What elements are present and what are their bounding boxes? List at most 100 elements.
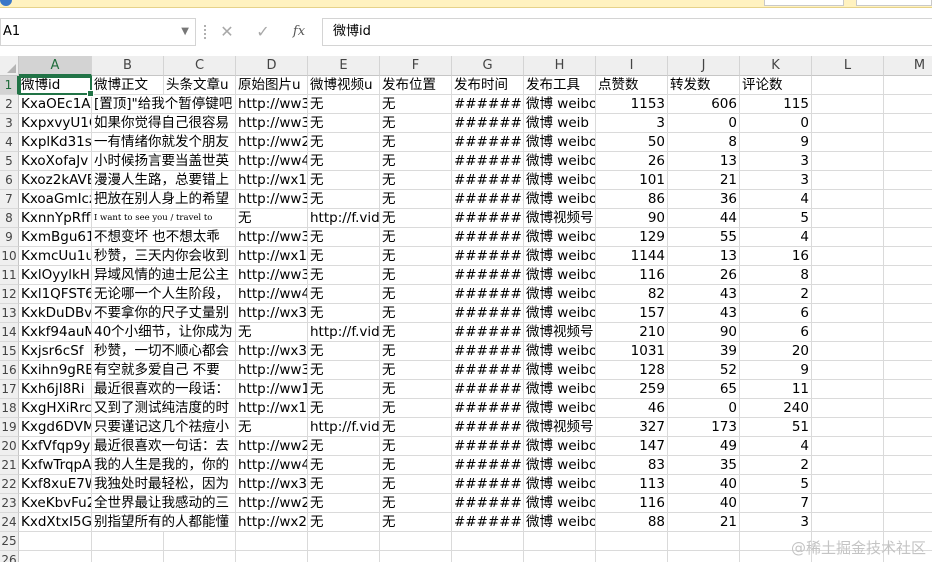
cell-g8[interactable]: ####### [452,209,524,228]
cell-g14[interactable]: ####### [452,323,524,342]
cell-d4[interactable]: http://ww2 [236,133,308,152]
cell-j19[interactable]: 173 [668,418,740,437]
cell-j4[interactable]: 8 [668,133,740,152]
cell-d2[interactable]: http://ww3 [236,95,308,114]
cell-a5[interactable]: KxoXofaJv [19,152,92,171]
cell-l10[interactable] [812,247,884,266]
cell-h6[interactable]: 微博 weibo [524,171,596,190]
column-header-c[interactable]: C [164,56,236,76]
cell-f16[interactable]: 无 [380,361,452,380]
cell-j9[interactable]: 55 [668,228,740,247]
cell-a1[interactable]: 微博id [19,76,92,95]
cell-l19[interactable] [812,418,884,437]
cell-a17[interactable]: Kxh6jI8Ri [19,380,92,399]
cell-g24[interactable]: ####### [452,513,524,532]
cell-e12[interactable]: 无 [308,285,380,304]
cell-b7[interactable]: 把放在别人身上的希望 [92,190,229,209]
cell-e21[interactable]: 无 [308,456,380,475]
cell-m14[interactable] [884,323,932,342]
cell-e6[interactable]: 无 [308,171,380,190]
cell-b13[interactable]: 不要拿你的尺子丈量别 [92,304,229,323]
cell-c1[interactable]: 头条文章u [164,76,236,95]
cell-b8[interactable]: I want to see you / travel to [92,209,212,228]
cell-i3[interactable]: 3 [596,114,668,133]
cell-f26[interactable] [380,551,452,562]
cell-i13[interactable]: 157 [596,304,668,323]
cell-j25[interactable] [668,532,740,551]
cell-j21[interactable]: 35 [668,456,740,475]
cell-i24[interactable]: 88 [596,513,668,532]
column-header-g[interactable]: G [452,56,524,76]
cell-k20[interactable]: 4 [740,437,812,456]
cell-b1[interactable]: 微博正文 [92,76,164,95]
cell-l16[interactable] [812,361,884,380]
cell-f8[interactable]: 无 [380,209,452,228]
cell-i12[interactable]: 82 [596,285,668,304]
cell-h25[interactable] [524,532,596,551]
cell-b24[interactable]: 别指望所有的人都能懂 [92,513,229,532]
cell-a25[interactable] [19,532,92,551]
cell-k17[interactable]: 11 [740,380,812,399]
cell-m16[interactable] [884,361,932,380]
cell-m5[interactable] [884,152,932,171]
cell-h12[interactable]: 微博 weibo [524,285,596,304]
cell-e4[interactable]: 无 [308,133,380,152]
cell-f20[interactable]: 无 [380,437,452,456]
column-header-h[interactable]: H [524,56,596,76]
cell-k15[interactable]: 20 [740,342,812,361]
cell-k22[interactable]: 5 [740,475,812,494]
cell-f9[interactable]: 无 [380,228,452,247]
cell-m2[interactable] [884,95,932,114]
cell-j8[interactable]: 44 [668,209,740,228]
row-header-9[interactable]: 9 [0,228,19,247]
cell-l4[interactable] [812,133,884,152]
cell-e11[interactable]: 无 [308,266,380,285]
cell-g16[interactable]: ####### [452,361,524,380]
cell-g11[interactable]: ####### [452,266,524,285]
row-header-11[interactable]: 11 [0,266,19,285]
cell-h18[interactable]: 微博 weibo [524,399,596,418]
cell-i1[interactable]: 点赞数 [596,76,668,95]
cell-l6[interactable] [812,171,884,190]
cell-b26[interactable] [92,551,164,562]
insert-function-icon[interactable]: fx [288,22,310,42]
cell-k2[interactable]: 115 [740,95,812,114]
cell-d1[interactable]: 原始图片u [236,76,308,95]
cell-k10[interactable]: 16 [740,247,812,266]
cell-i9[interactable]: 129 [596,228,668,247]
cell-m15[interactable] [884,342,932,361]
cell-i18[interactable]: 46 [596,399,668,418]
cell-k13[interactable]: 6 [740,304,812,323]
cell-b23[interactable]: 全世界最让我感动的三 [92,494,229,513]
cell-h14[interactable]: 微博视频号 [524,323,596,342]
row-header-21[interactable]: 21 [0,456,19,475]
column-header-l[interactable]: L [812,56,884,76]
cell-f21[interactable]: 无 [380,456,452,475]
cell-g10[interactable]: ####### [452,247,524,266]
cell-k21[interactable]: 2 [740,456,812,475]
cell-d13[interactable]: http://wx3 [236,304,308,323]
cell-g4[interactable]: ####### [452,133,524,152]
cell-j18[interactable]: 0 [668,399,740,418]
cell-e17[interactable]: 无 [308,380,380,399]
cell-a20[interactable]: KxfVfqp9y [19,437,92,456]
cell-f4[interactable]: 无 [380,133,452,152]
row-header-15[interactable]: 15 [0,342,19,361]
cell-a3[interactable]: KxpxvyU1C [19,114,92,133]
cell-a9[interactable]: KxmBgu61 [19,228,92,247]
cell-i26[interactable] [596,551,668,562]
cell-k24[interactable]: 3 [740,513,812,532]
cell-i25[interactable] [596,532,668,551]
cell-d22[interactable]: http://wx3 [236,475,308,494]
cell-d3[interactable]: http://ww3 [236,114,308,133]
cell-j3[interactable]: 0 [668,114,740,133]
column-header-f[interactable]: F [380,56,452,76]
cell-d18[interactable]: http://wx1 [236,399,308,418]
cell-e13[interactable]: 无 [308,304,380,323]
cell-l13[interactable] [812,304,884,323]
cell-d12[interactable]: http://ww4 [236,285,308,304]
row-header-17[interactable]: 17 [0,380,19,399]
column-header-m[interactable]: M [884,56,932,76]
cell-j5[interactable]: 13 [668,152,740,171]
row-header-8[interactable]: 8 [0,209,19,228]
